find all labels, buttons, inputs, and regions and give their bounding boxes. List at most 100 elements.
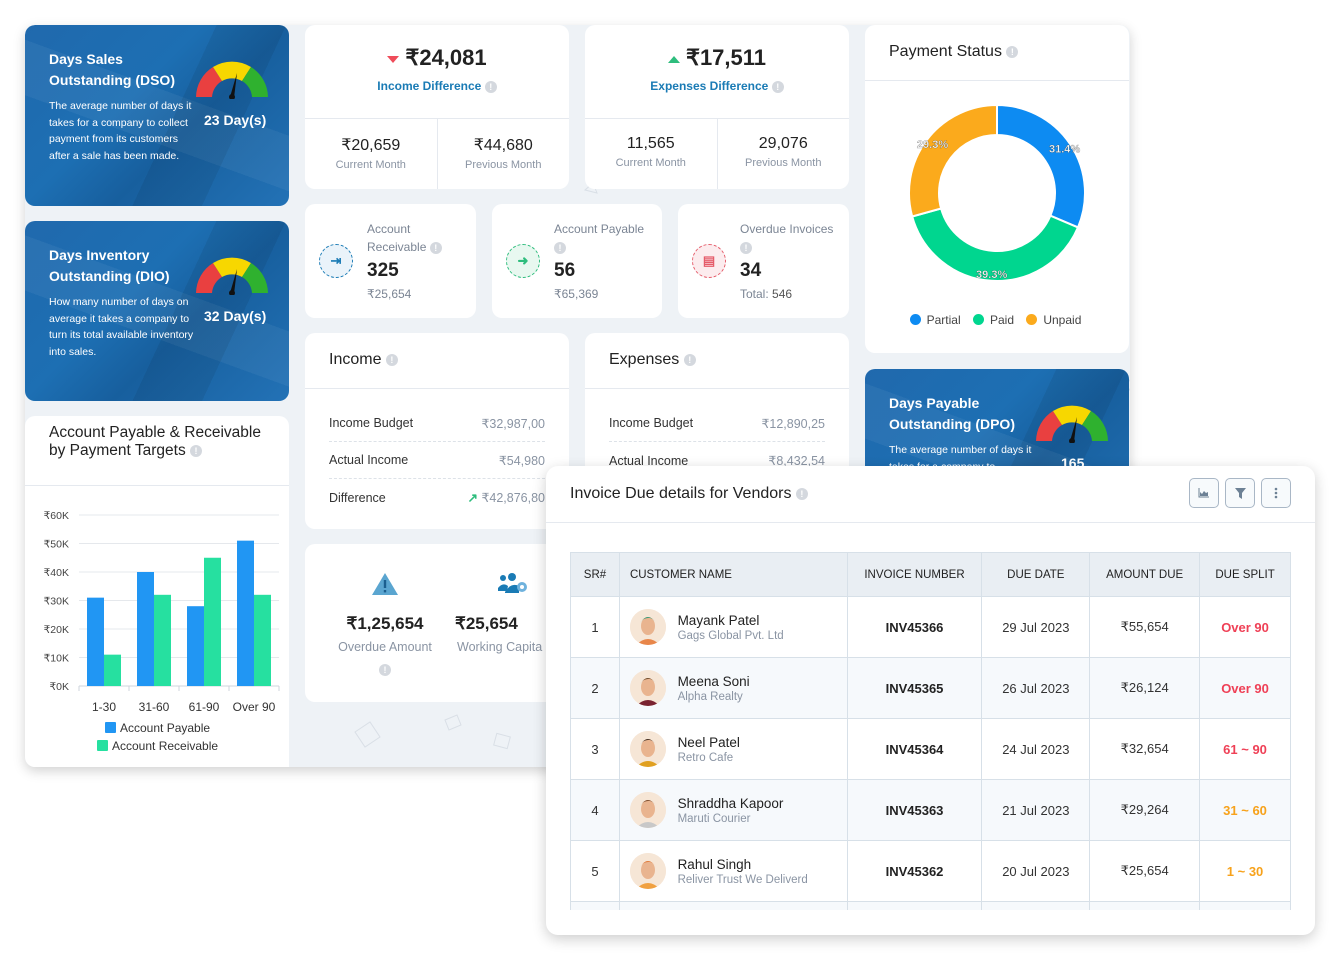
legend-label[interactable]: Account Receivable (112, 739, 218, 753)
info-icon[interactable]: ! (484, 80, 497, 93)
info-icon[interactable]: ! (795, 487, 808, 500)
due-split-cell: 1 ~ 30 (1199, 840, 1291, 902)
customer-name[interactable]: Meena Soni (678, 674, 750, 689)
more-options-button[interactable] (1261, 478, 1291, 508)
donut-slice-unpaid[interactable] (908, 103, 998, 218)
table-row[interactable]: 5 Rahul Singh Reliver Trust We Deliverd I… (570, 840, 1291, 902)
sr-cell: 2 (570, 657, 620, 719)
account-payable-card[interactable]: ➜ Account Payable! 56 ₹65,369 (492, 204, 662, 318)
dso-description: The average number of days it takes for … (49, 100, 192, 162)
expenses-current-month-value: 11,565 (626, 135, 675, 152)
invoice-number-cell[interactable]: INV45365 (846, 657, 983, 719)
customer-name[interactable]: Mayank Patel (678, 613, 784, 628)
info-icon[interactable]: ! (429, 241, 442, 254)
ap-ar-chart-card: Account Payable & Receivable by Payment … (25, 416, 289, 767)
ap-ar-chart-title: Account Payable & Receivable by Payment … (49, 424, 261, 459)
bar-account-receivable[interactable] (254, 594, 271, 686)
info-icon[interactable]: ! (683, 353, 696, 366)
info-icon[interactable]: ! (554, 241, 566, 254)
arrow-out-icon: ➜ (506, 244, 540, 278)
expenses-title: Expenses (609, 351, 680, 368)
invoice-number-cell[interactable]: INV45366 (846, 596, 983, 658)
info-icon[interactable]: ! (385, 353, 398, 366)
chart-icon (1198, 488, 1209, 498)
due-split-cell: Over 90 (1199, 596, 1291, 658)
donut-slice-partial[interactable] (996, 103, 1086, 229)
legend-label[interactable]: Account Payable (120, 721, 210, 735)
sr-cell: 1 (570, 596, 620, 658)
ap-ar-bar-chart: ₹0K ₹10K ₹20K ₹30K ₹40K ₹50K ₹60K 1-30 31-60 61-9… (44, 510, 280, 753)
chart-view-button[interactable] (1189, 478, 1219, 508)
customer-cell: Shraddha Kapoor Maruti Courier (618, 779, 848, 841)
more-icon (1274, 487, 1278, 499)
customer-name[interactable]: Neel Patel (678, 735, 740, 750)
bar-account-payable[interactable] (137, 572, 154, 686)
table-row[interactable]: 3 Neel Patel Retro Cafe INV45364 24 Jul 2… (570, 718, 1291, 780)
bar-account-payable[interactable] (237, 540, 254, 686)
y-tick-label: ₹30K (44, 596, 69, 608)
overdue-amount-label: Overdue Amount (338, 640, 432, 654)
table-row[interactable]: 2 Meena Soni Alpha Realty INV45365 26 Jul… (570, 657, 1291, 719)
overdue-invoices-card[interactable]: ▤ Overdue Invoices! 34 Total: 546 (678, 204, 849, 318)
donut-data-label: 31.4% (1049, 143, 1080, 155)
filter-button[interactable] (1225, 478, 1255, 508)
empty-cell (1089, 901, 1201, 910)
expenses-difference-card: ₹17,511 Expenses Difference ! 11,565 Curr… (585, 25, 849, 189)
column-header-amount-due[interactable]: AMOUNT DUE (1089, 552, 1201, 597)
amount-due-cell: ₹25,654 (1089, 840, 1201, 902)
actual-income-value: ₹54,980 (498, 453, 545, 468)
info-icon[interactable]: ! (379, 663, 391, 676)
overdue-total-label: Total: (740, 287, 769, 301)
donut-data-label: 29.3% (917, 139, 948, 151)
column-header-due-date[interactable]: DUE DATE (981, 552, 1091, 597)
customer-company: Gags Global Pvt. Ltd (677, 629, 784, 642)
invoice-table-scroll[interactable]: SR# CUSTOMER NAME INVOICE NUMBER DUE DAT… (570, 552, 1291, 910)
invoice-due-card: Invoice Due details for Vendors ! SR# CU… (546, 466, 1315, 935)
customer-company: Maruti Courier (677, 812, 751, 825)
bar-account-receivable[interactable] (204, 557, 221, 686)
difference-label: Difference (329, 490, 386, 505)
info-icon[interactable]: ! (740, 241, 752, 254)
income-current-month-label: Current Month (335, 159, 406, 171)
info-icon[interactable]: ! (1006, 45, 1019, 58)
legend-partial[interactable]: Partial (909, 313, 964, 327)
expenses-difference-value: ₹17,511 (685, 45, 767, 70)
x-tick-label: Over 90 (233, 700, 276, 714)
customer-cell: Meena Soni Alpha Realty (618, 657, 848, 719)
bar-account-payable[interactable] (87, 597, 104, 686)
amount-due-cell: ₹32,654 (1089, 718, 1201, 780)
column-header-sr[interactable]: SR# (570, 552, 620, 597)
table-row[interactable] (570, 901, 1291, 910)
customer-name[interactable]: Shraddha Kapoor (678, 796, 784, 811)
income-difference-card: ₹24,081 Income Difference ! ₹20,659 Curre… (305, 25, 569, 189)
legend-paid[interactable]: Paid (972, 313, 1017, 327)
expenses-budget-label: Income Budget (609, 416, 694, 430)
expenses-current-month-label: Current Month (615, 157, 686, 169)
info-icon[interactable]: ! (190, 444, 203, 457)
invoice-number-cell[interactable]: INV45362 (846, 840, 983, 902)
account-receivable-card[interactable]: ⇥ Account Receivable ! 325 ₹25,654 (305, 204, 476, 318)
bar-account-payable[interactable] (187, 606, 204, 686)
dpo-title: Days Payable Outstanding (DPO) (889, 395, 1015, 432)
dio-card: Days Inventory Outstanding (DIO) How man… (25, 221, 289, 401)
due-date-cell: 21 Jul 2023 (981, 779, 1091, 841)
customer-name[interactable]: Rahul Singh (678, 857, 808, 872)
invoice-number-cell[interactable]: INV45363 (846, 779, 983, 841)
due-split-cell: 61 ~ 90 (1199, 718, 1291, 780)
info-icon[interactable]: ! (771, 80, 784, 93)
account-receivable-amount: ₹25,654 (367, 287, 412, 301)
column-header-customer-name[interactable]: CUSTOMER NAME (618, 552, 848, 597)
empty-cell (981, 901, 1091, 910)
x-tick-label: 61-90 (189, 700, 220, 714)
bar-account-receivable[interactable] (154, 594, 171, 686)
y-tick-label: ₹50K (44, 539, 69, 551)
dso-gauge-icon (196, 61, 268, 99)
bar-account-receivable[interactable] (104, 654, 121, 686)
table-row[interactable]: 1 Mayank Patel Gags Global Pvt. Ltd INV45… (570, 596, 1291, 658)
column-header-invoice-number[interactable]: INVOICE NUMBER (846, 552, 983, 597)
filter-icon (1234, 487, 1246, 499)
table-row[interactable]: 4 Shraddha Kapoor Maruti Courier INV45363… (570, 779, 1291, 841)
column-header-due-split[interactable]: DUE SPLIT (1199, 552, 1291, 597)
invoice-number-cell[interactable]: INV45364 (846, 718, 983, 780)
legend-unpaid[interactable]: Unpaid (1026, 313, 1084, 327)
